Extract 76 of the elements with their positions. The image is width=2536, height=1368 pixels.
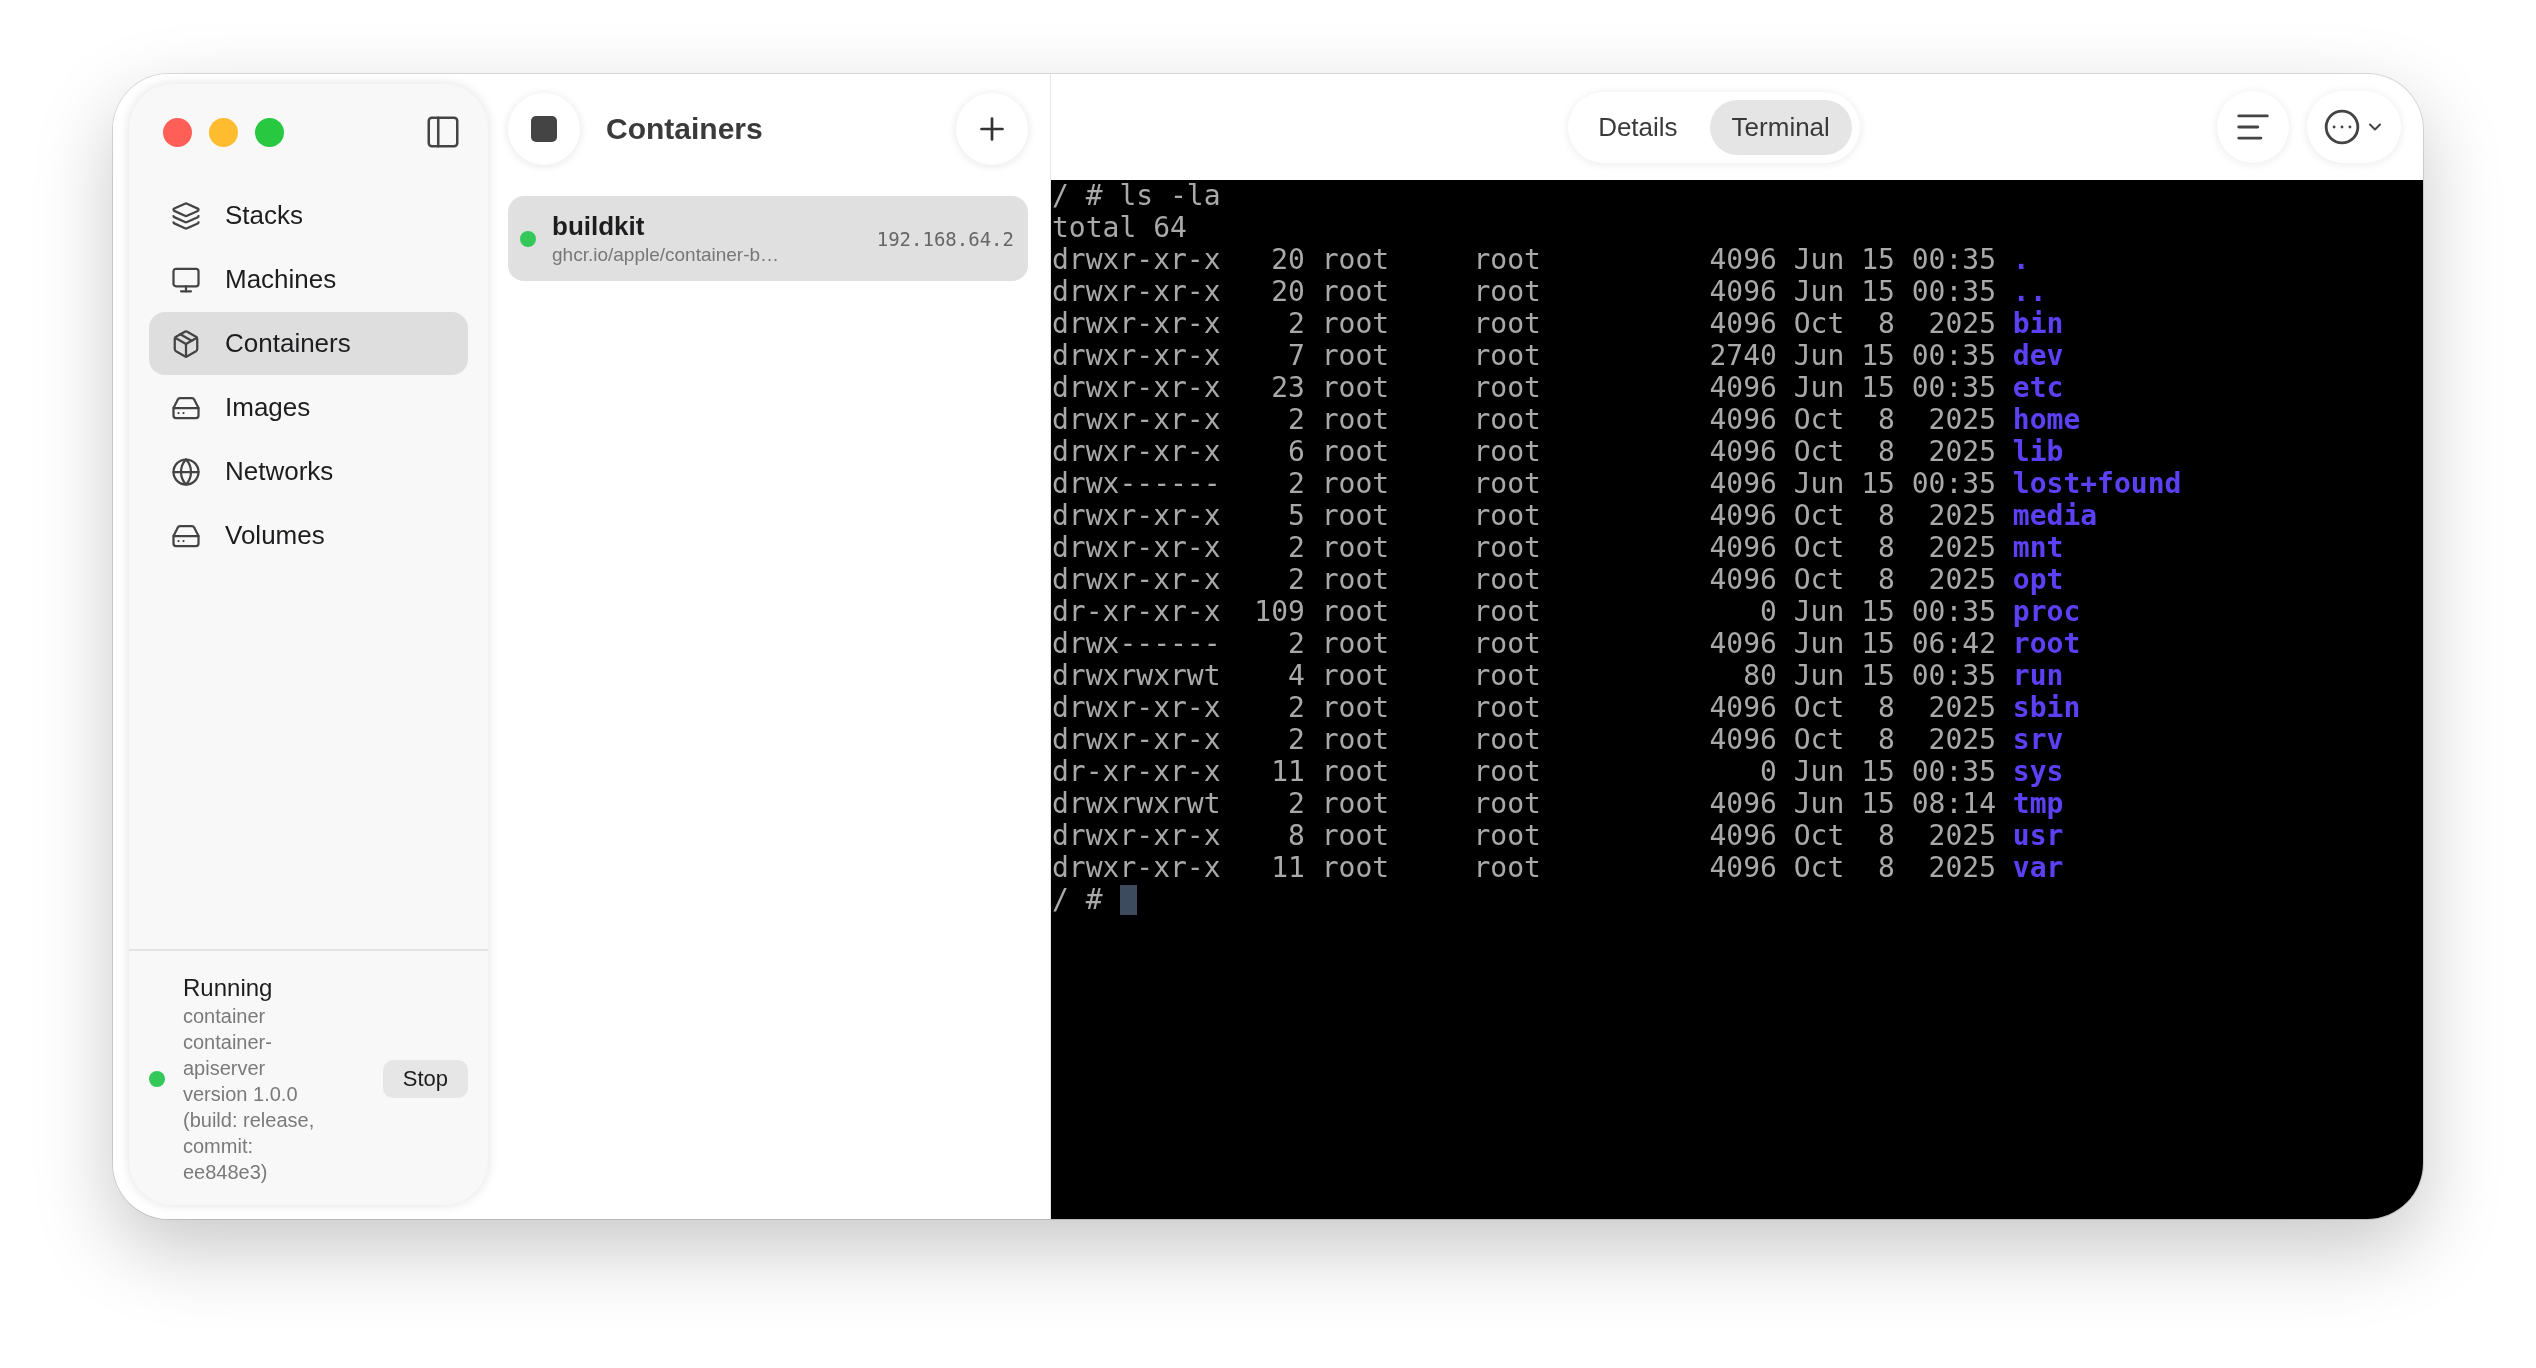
terminal-line: drwxr-xr-x 23 root root 4096 Jun 15 00:35 [1052, 372, 1996, 404]
terminal-line: drwxr-xr-x 2 root root 4096 Oct 8 2025 [1052, 692, 1996, 724]
terminal-line: drwxr-xr-x 20 root root 4096 Jun 15 00:35 [1052, 276, 1996, 308]
directory-name: etc [2012, 372, 2064, 404]
directory-name: lib [2012, 436, 2064, 468]
tab[interactable]: Terminal [1709, 99, 1852, 155]
terminal-line: drwxr-xr-x 5 root root 4096 Oct 8 2025 [1052, 500, 1996, 532]
directory-name: mnt [2012, 532, 2064, 564]
sidebar-item-label: Images [225, 392, 311, 423]
sidebar-item[interactable]: Images [149, 376, 468, 439]
terminal-line: drwxr-xr-x 2 root root 4096 Oct 8 2025 [1052, 308, 1996, 340]
layers-icon [171, 200, 201, 231]
stop-icon [531, 116, 557, 142]
directory-name: usr [2012, 820, 2064, 852]
close-button[interactable] [163, 117, 192, 147]
terminal[interactable] [1051, 180, 2423, 1219]
container-name: buildkit [552, 211, 646, 242]
sidebar-item[interactable]: Volumes [149, 504, 468, 567]
terminal-line: drwxrwxrwt 2 root root 4096 Jun 15 08:14 [1052, 788, 1996, 820]
directory-name: opt [2012, 564, 2064, 596]
status-detail: container container-apiserver version 1.0.0 (build: release, commit: ee848e3) [183, 1004, 316, 1185]
list-title: Containers [606, 112, 763, 146]
terminal-line: drwxr-xr-x 11 root root 4096 Oct 8 2025 [1052, 852, 1996, 884]
box-icon [171, 328, 201, 359]
directory-name: sys [2012, 756, 2064, 788]
status-dot [149, 1071, 165, 1087]
terminal-line: drwxr-xr-x 6 root root 4096 Oct 8 2025 [1052, 436, 1996, 468]
directory-name: .. [2012, 276, 2047, 308]
terminal-line: drwxr-xr-x 7 root root 2740 Jun 15 00:35 [1052, 340, 1996, 372]
terminal-line: drwxr-xr-x 2 root root 4096 Oct 8 2025 [1052, 564, 1996, 596]
stop-button[interactable]: Stop [382, 1060, 468, 1098]
sidebar-item-label: Machines [225, 264, 337, 295]
terminal-line: drwxr-xr-x 2 root root 4096 Oct 8 2025 [1052, 404, 1996, 436]
status-title: Running [183, 973, 274, 1003]
globe-icon [171, 456, 201, 487]
sidebar-item-label: Containers [225, 328, 351, 359]
directory-name: proc [2012, 596, 2081, 628]
sidebar-item[interactable]: Containers [149, 312, 468, 375]
terminal-line: drwxr-xr-x 8 root root 4096 Oct 8 2025 [1052, 820, 1996, 852]
terminal-line: drwxr-xr-x 2 root root 4096 Oct 8 2025 [1052, 532, 1996, 564]
terminal-line: dr-xr-xr-x 109 root root 0 Jun 15 00:35 [1052, 596, 1996, 628]
terminal-line: dr-xr-xr-x 11 root root 0 Jun 15 00:35 [1052, 756, 1996, 788]
directory-name: bin [2012, 308, 2064, 340]
cursor [1119, 885, 1137, 915]
directory-name: tmp [2012, 788, 2064, 820]
directory-name: media [2012, 500, 2098, 532]
sidebar-item-label: Stacks [225, 200, 304, 231]
sidebar-item[interactable]: Stacks [149, 184, 468, 247]
sidebar-item-label: Networks [225, 456, 334, 487]
terminal-line: drwx------ 2 root root 4096 Jun 15 06:42 [1052, 628, 1996, 660]
directory-name: home [2012, 404, 2081, 436]
ellipsis-icon [2323, 108, 2361, 146]
directory-name: dev [2012, 340, 2064, 372]
sidebar-item[interactable]: Machines [149, 248, 468, 311]
container-row[interactable]: buildkit ghcr.io/apple/container-b… 192.168.64.2 [508, 196, 1028, 281]
directory-name: var [2012, 852, 2064, 884]
stop-button[interactable] [508, 93, 580, 165]
directory-name: run [2012, 660, 2064, 692]
directory-name: sbin [2012, 692, 2081, 724]
sidebar-toggle-icon[interactable] [424, 113, 462, 151]
container-address: 192.168.64.2 [876, 227, 1014, 250]
terminal-line: / # ls -la [1052, 180, 1221, 212]
directory-name: root [2012, 628, 2081, 660]
terminal-line: drwx------ 2 root root 4096 Jun 15 00:35 [1052, 468, 1996, 500]
directory-name: . [2012, 244, 2030, 276]
terminal-line: drwxr-xr-x 2 root root 4096 Oct 8 2025 [1052, 724, 1996, 756]
container-image: ghcr.io/apple/container-b… [552, 244, 780, 266]
terminal-line: total 64 [1052, 212, 1187, 244]
terminal-line: drwxrwxrwt 4 root root 80 Jun 15 00:35 [1052, 660, 1996, 692]
sidebar-item-label: Volumes [225, 520, 325, 551]
terminal-prompt: / # [1052, 884, 1103, 916]
tab[interactable]: Details [1576, 99, 1700, 155]
directory-name: srv [2012, 724, 2064, 756]
terminal-line: drwxr-xr-x 20 root root 4096 Jun 15 00:35 [1052, 244, 1996, 276]
directory-name: lost+found [2012, 468, 2182, 500]
sidebar-item[interactable]: Networks [149, 440, 468, 503]
